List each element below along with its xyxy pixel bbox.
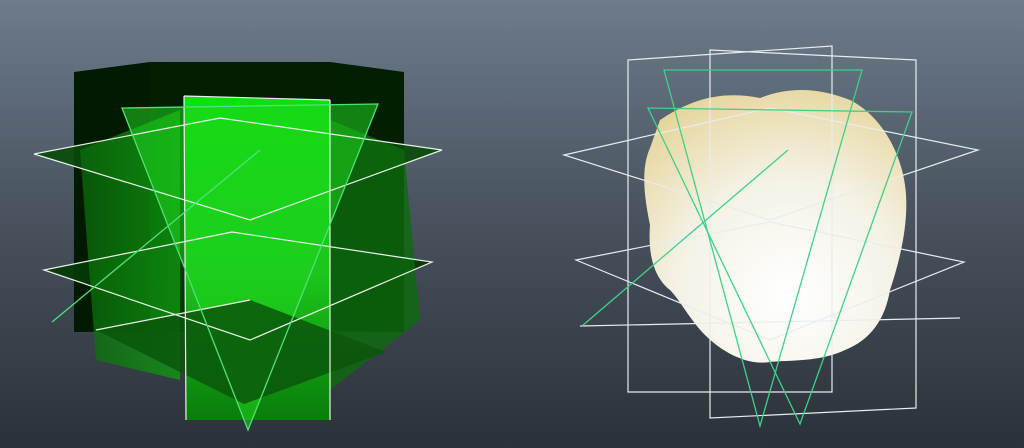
left-scene-green-planes[interactable]	[33, 62, 443, 432]
viewport-canvas[interactable]	[0, 0, 1024, 448]
right-scene-mesh[interactable]	[561, 45, 981, 429]
3d-viewport[interactable]	[0, 0, 1024, 448]
